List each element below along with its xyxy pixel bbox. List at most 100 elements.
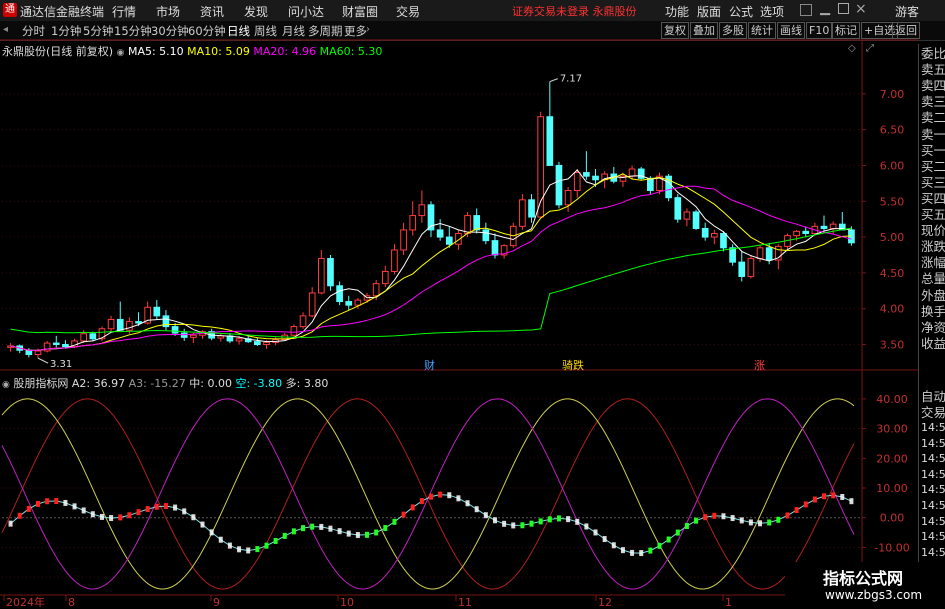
momentum-bar — [566, 516, 571, 523]
momentum-bar — [374, 529, 379, 536]
momentum-bar — [511, 522, 516, 529]
side-item[interactable]: 收益 — [921, 336, 945, 352]
side-item[interactable]: 卖一 — [921, 127, 945, 143]
momentum-bar — [173, 504, 178, 511]
momentum-bar — [474, 506, 479, 513]
momentum-bar — [136, 509, 141, 516]
momentum-bar — [392, 518, 397, 525]
momentum-bar — [529, 520, 534, 527]
low-pointer — [37, 357, 49, 364]
momentum-bar — [255, 546, 260, 553]
momentum-bar — [602, 536, 607, 543]
momentum-bar — [620, 547, 625, 554]
side-item[interactable]: 换手 — [921, 304, 945, 320]
momentum-bar — [483, 512, 488, 519]
candle-body — [555, 164, 563, 206]
momentum-bar — [721, 513, 726, 520]
ind-y-tick-label: 40.00 — [876, 393, 908, 406]
candle-body — [519, 199, 526, 227]
candle-body — [820, 225, 828, 229]
candle-body — [80, 333, 88, 342]
ind-y-tick-label: 30.00 — [876, 423, 908, 436]
momentum-bar — [8, 520, 13, 527]
ind-y-tick-label: 20.00 — [876, 452, 908, 465]
momentum-bar — [803, 501, 808, 508]
momentum-bar — [209, 529, 214, 536]
side-item[interactable]: 涨幅 — [921, 255, 945, 271]
side-item[interactable]: 买一 — [921, 143, 945, 159]
candle-body — [573, 172, 581, 192]
side-item[interactable]: 卖五 — [921, 62, 945, 78]
momentum-bar — [310, 523, 315, 530]
side-item[interactable]: 现价 — [921, 223, 945, 239]
candle-body — [400, 229, 407, 251]
side-item[interactable]: 涨跌 — [921, 239, 945, 255]
side-time: 14:56 — [921, 436, 945, 450]
momentum-bar — [227, 542, 232, 549]
a2-line — [1, 398, 855, 590]
side-item[interactable]: 卖二 — [921, 110, 945, 126]
candle-body — [391, 249, 398, 272]
candle-body — [235, 338, 243, 342]
side-item[interactable]: 外盘 — [921, 288, 945, 304]
side-item[interactable]: 总量 — [921, 271, 945, 287]
momentum-bar — [639, 550, 644, 557]
momentum-bar — [401, 511, 406, 518]
candle-body — [317, 258, 325, 294]
momentum-bar — [785, 512, 790, 519]
side-trade-label[interactable]: 交易 — [921, 402, 945, 421]
watermark: 指标公式网 www.zbgs3.com — [785, 562, 945, 609]
x-tick-label: 1 — [725, 596, 732, 609]
momentum-bar — [584, 523, 589, 530]
momentum-bar — [355, 532, 360, 539]
candle-body — [464, 215, 471, 234]
candle-body — [546, 116, 554, 166]
momentum-bar — [218, 536, 223, 543]
candle-body — [647, 177, 654, 192]
candle-body — [628, 168, 636, 177]
momentum-bar — [383, 525, 388, 532]
side-item[interactable]: 买四 — [921, 191, 945, 207]
momentum-bar — [35, 500, 40, 507]
momentum-bar — [273, 537, 278, 544]
momentum-bar — [812, 496, 817, 503]
ind-y-tick-label: 10.00 — [876, 482, 908, 495]
side-time: 14:56 — [921, 514, 945, 528]
momentum-bar — [118, 514, 123, 521]
side-item[interactable]: 买二 — [921, 159, 945, 175]
momentum-bar — [657, 542, 662, 549]
ind-y-tick-label: -10.00 — [874, 541, 909, 554]
side-item[interactable]: 买三 — [921, 175, 945, 191]
side-item[interactable]: 卖三 — [921, 94, 945, 110]
kline-chart[interactable]: 7.17 3.31 财 骑跌 涨 7.00 6.50 6.00 5.50 5.00 4.50 4.0… — [0, 0, 918, 609]
event-marker: 骑跌 — [562, 358, 584, 372]
momentum-bar — [17, 512, 22, 519]
side-item[interactable]: 委比 — [921, 46, 945, 62]
side-item[interactable]: 净资 — [921, 320, 945, 336]
candle-body — [445, 236, 453, 245]
side-item[interactable]: 买五 — [921, 207, 945, 223]
ma10-line — [10, 173, 852, 351]
x-tick-label: 9 — [213, 596, 220, 609]
candle-body — [180, 332, 188, 338]
momentum-bar — [200, 521, 205, 528]
candle-body — [793, 230, 800, 237]
momentum-bar — [26, 505, 31, 512]
candle-body — [482, 229, 490, 242]
candle-body — [25, 349, 33, 356]
momentum-bar — [492, 517, 497, 524]
momentum-bar — [429, 493, 433, 500]
momentum-bar — [127, 512, 132, 519]
a3-line — [1, 398, 855, 590]
momentum-bar — [611, 542, 616, 549]
side-item[interactable]: 卖四 — [921, 78, 945, 94]
momentum-bar — [419, 498, 424, 505]
momentum-bar — [365, 531, 370, 538]
watermark-url: www.zbgs3.com — [825, 588, 923, 602]
momentum-bar — [447, 492, 452, 499]
x-tick-label: 10 — [340, 596, 354, 609]
momentum-line — [10, 494, 852, 554]
candle-body — [756, 247, 764, 260]
high-price-label: 7.17 — [560, 74, 582, 85]
candle-body — [62, 344, 69, 348]
